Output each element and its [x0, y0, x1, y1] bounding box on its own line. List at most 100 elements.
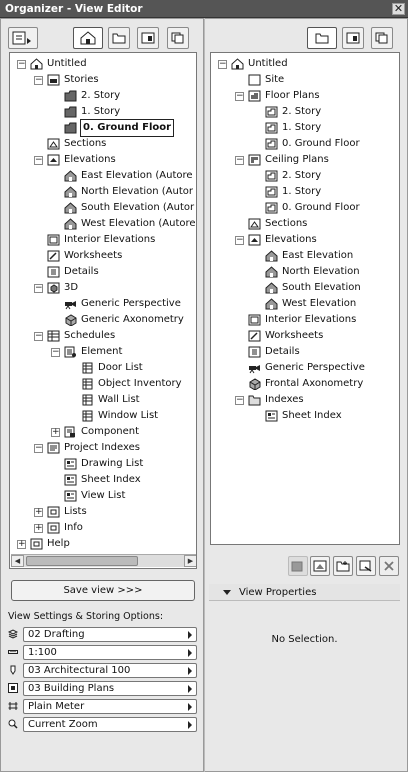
collapse-icon[interactable]: −: [218, 60, 227, 69]
view-map-tree[interactable]: − Untitled Site − Floor Plans 2. Story 1. Stor…: [210, 52, 400, 545]
left_panel-tree-row[interactable]: Wall List: [10, 392, 196, 408]
left_panel-tree-row[interactable]: − Project Indexes: [10, 440, 196, 456]
right_panel-tree-row[interactable]: 2. Story: [211, 104, 399, 120]
right_panel-tree-row[interactable]: Sections: [211, 216, 399, 232]
left_panel-tree-row[interactable]: North Elevation (Autor: [10, 184, 196, 200]
collapse-icon[interactable]: −: [235, 396, 244, 405]
right_panel-tree-row[interactable]: North Elevation: [211, 264, 399, 280]
scrollbar-thumb[interactable]: [26, 556, 138, 566]
right_panel-tree-row[interactable]: 1. Story: [211, 184, 399, 200]
right_panel-tree-row[interactable]: Sheet Index: [211, 408, 399, 424]
right_panel-tree-row[interactable]: − Elevations: [211, 232, 399, 248]
collapse-icon[interactable]: −: [34, 284, 43, 293]
right_panel-tree-row[interactable]: − Indexes: [211, 392, 399, 408]
left_panel-tree-row[interactable]: Object Inventory: [10, 376, 196, 392]
left_panel-tree-row[interactable]: Worksheets: [10, 248, 196, 264]
clone-folder-button[interactable]: [310, 556, 330, 576]
right_panel-tree-row[interactable]: − Untitled: [211, 56, 399, 72]
left_panel-tree-row[interactable]: 2. Story: [10, 88, 196, 104]
right_panel-tree-row[interactable]: 1. Story: [211, 120, 399, 136]
right_panel-tree-row[interactable]: East Elevation: [211, 248, 399, 264]
tab-layout-book[interactable]: [137, 27, 159, 49]
tab-publisher-sets[interactable]: [167, 27, 189, 49]
left_panel-tree-row[interactable]: 1. Story: [10, 104, 196, 120]
collapse-icon[interactable]: −: [235, 236, 244, 245]
left_panel-tree-row[interactable]: 0. Ground Floor: [10, 119, 196, 137]
pen-set-select[interactable]: 03 Architectural 100: [23, 663, 197, 678]
left_panel-tree-row[interactable]: + Help: [10, 536, 196, 552]
horizontal-scrollbar[interactable]: ◀ ▶: [11, 554, 196, 567]
expand-icon[interactable]: +: [34, 524, 43, 533]
expand-icon[interactable]: +: [34, 508, 43, 517]
project-map-tree[interactable]: − Untitled − Stories 2. Story 1. Story 0. Grou…: [9, 52, 197, 569]
left_panel-tree-row[interactable]: Details: [10, 264, 196, 280]
left_panel-tree-row[interactable]: − Stories: [10, 72, 196, 88]
right_panel-tree-row[interactable]: Worksheets: [211, 328, 399, 344]
close-icon[interactable]: ✕: [392, 3, 405, 15]
left_panel-tree-row[interactable]: + Component: [10, 424, 196, 440]
new-folder-button[interactable]: [288, 556, 308, 576]
layer-combination-select[interactable]: 02 Drafting: [23, 627, 197, 642]
left_panel-tree-row[interactable]: − Element: [10, 344, 196, 360]
collapse-icon[interactable]: −: [51, 348, 60, 357]
new-folder-add-button[interactable]: [333, 556, 353, 576]
left_panel-tree-row[interactable]: − 3D: [10, 280, 196, 296]
left_panel-tree-row[interactable]: Generic Axonometry: [10, 312, 196, 328]
left_panel-tree-row[interactable]: East Elevation (Autore: [10, 168, 196, 184]
left_panel-tree-row[interactable]: − Elevations: [10, 152, 196, 168]
collapse-icon[interactable]: −: [235, 92, 244, 101]
collapse-icon[interactable]: −: [17, 60, 26, 69]
left_panel-tree-row[interactable]: West Elevation (Autore: [10, 216, 196, 232]
right_panel-tree-row[interactable]: Interior Elevations: [211, 312, 399, 328]
left_panel-tree-row[interactable]: Interior Elevations: [10, 232, 196, 248]
settings-button[interactable]: [356, 556, 376, 576]
organizer-mode-button[interactable]: [8, 27, 38, 49]
right_panel-tree-row[interactable]: − Floor Plans: [211, 88, 399, 104]
scale-select[interactable]: 1:100: [23, 645, 197, 660]
left_panel-tree-row[interactable]: Sheet Index: [10, 472, 196, 488]
tab-view-map[interactable]: [108, 27, 130, 49]
right-tab-layout-book[interactable]: [342, 27, 364, 49]
model-view-select[interactable]: 03 Building Plans: [23, 681, 197, 696]
delete-button[interactable]: [379, 556, 399, 576]
view-properties-header[interactable]: View Properties: [209, 584, 400, 601]
left_panel-tree-row[interactable]: View List: [10, 488, 196, 504]
zoom-select[interactable]: Current Zoom: [23, 717, 197, 732]
left_panel-tree-row[interactable]: Sections: [10, 136, 196, 152]
save-view-button[interactable]: Save view >>>: [11, 580, 195, 601]
right_panel-tree-row[interactable]: Site: [211, 72, 399, 88]
left_panel-tree-row[interactable]: Door List: [10, 360, 196, 376]
left_panel-tree-row[interactable]: Drawing List: [10, 456, 196, 472]
left_panel-tree-row[interactable]: + Info: [10, 520, 196, 536]
left_panel-tree-row[interactable]: Generic Perspective: [10, 296, 196, 312]
collapse-icon[interactable]: −: [34, 76, 43, 85]
collapse-icon[interactable]: −: [34, 332, 43, 341]
panel-divider[interactable]: [203, 18, 205, 772]
option-layer-combination[interactable]: 02 Drafting: [7, 627, 197, 642]
option-zoom[interactable]: Current Zoom: [7, 717, 197, 732]
right_panel-tree-row[interactable]: South Elevation: [211, 280, 399, 296]
option-scale[interactable]: 1:100: [7, 645, 197, 660]
right_panel-tree-row[interactable]: West Elevation: [211, 296, 399, 312]
collapse-icon[interactable]: −: [34, 156, 43, 165]
right_panel-tree-row[interactable]: 0. Ground Floor: [211, 200, 399, 216]
left_panel-tree-row[interactable]: South Elevation (Autor: [10, 200, 196, 216]
right-tab-view-map[interactable]: [307, 27, 337, 49]
option-pen-set[interactable]: 03 Architectural 100: [7, 663, 197, 678]
left_panel-tree-row[interactable]: − Untitled: [10, 56, 196, 72]
option-dimensions[interactable]: Plain Meter: [7, 699, 197, 714]
right_panel-tree-row[interactable]: Frontal Axonometry: [211, 376, 399, 392]
right_panel-tree-row[interactable]: 2. Story: [211, 168, 399, 184]
left_panel-tree-row[interactable]: + Lists: [10, 504, 196, 520]
tab-project-map[interactable]: [73, 27, 103, 49]
right_panel-tree-row[interactable]: Details: [211, 344, 399, 360]
scroll-right-arrow-icon[interactable]: ▶: [184, 555, 196, 567]
scroll-left-arrow-icon[interactable]: ◀: [11, 555, 24, 567]
collapse-icon[interactable]: −: [235, 156, 244, 165]
expand-icon[interactable]: +: [17, 540, 26, 549]
right_panel-tree-row[interactable]: − Ceiling Plans: [211, 152, 399, 168]
right_panel-tree-row[interactable]: 0. Ground Floor: [211, 136, 399, 152]
right-tab-publisher-sets[interactable]: [371, 27, 393, 49]
expand-icon[interactable]: +: [51, 428, 60, 437]
left_panel-tree-row[interactable]: − Schedules: [10, 328, 196, 344]
